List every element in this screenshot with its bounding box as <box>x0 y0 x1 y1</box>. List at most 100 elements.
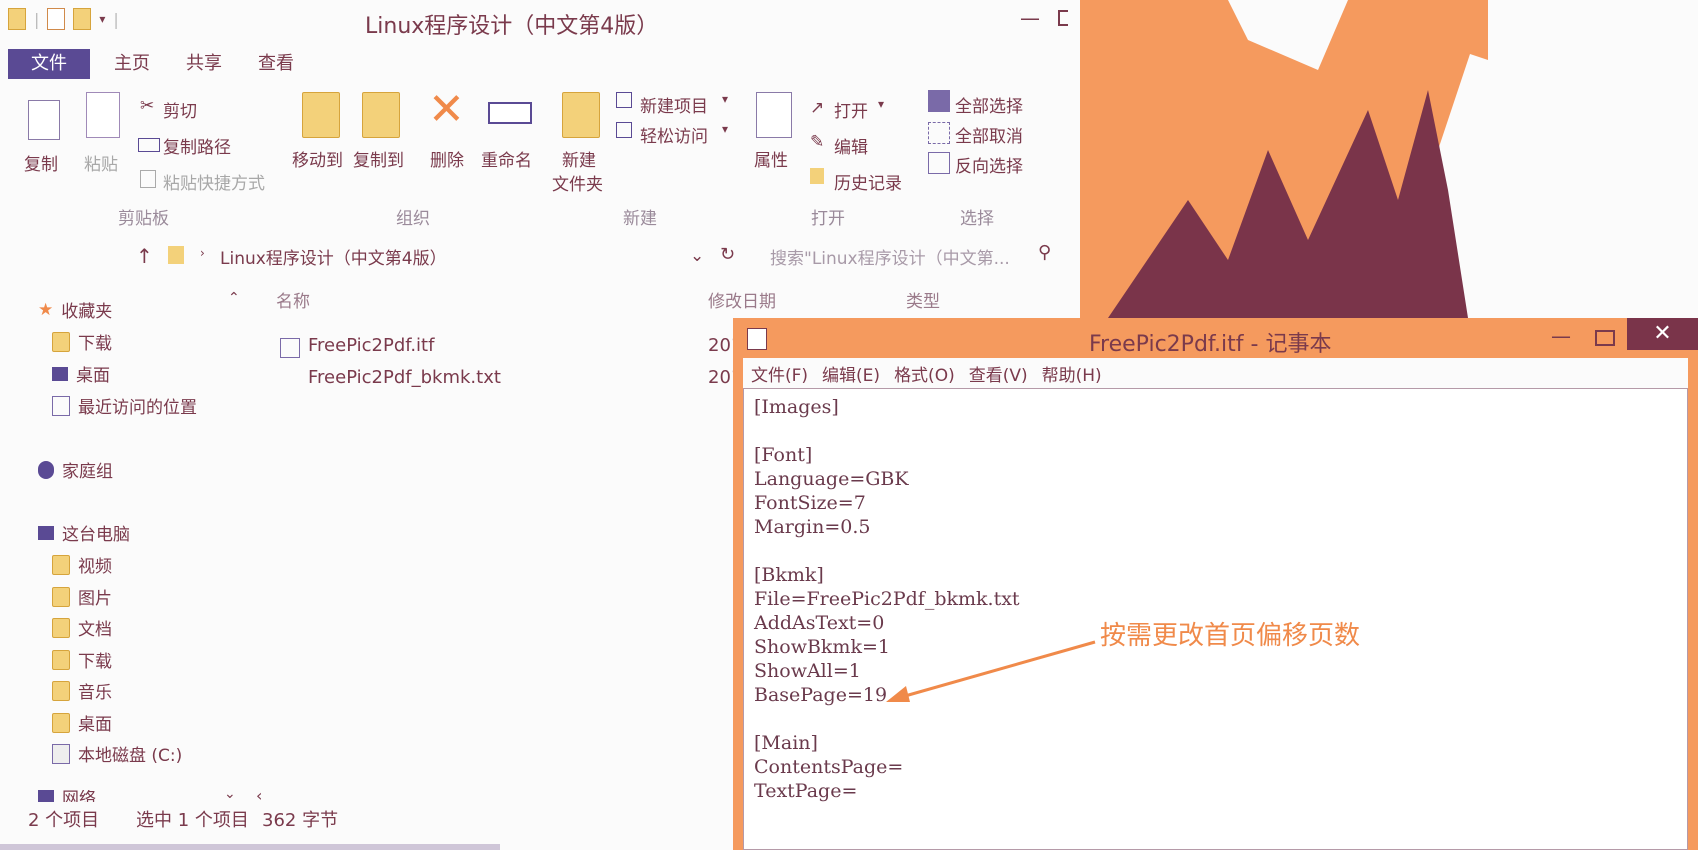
properties-button[interactable]: 属性 <box>754 146 788 171</box>
rename-icon[interactable] <box>488 102 532 124</box>
nav-pc-videos[interactable]: 视频 <box>52 552 112 577</box>
text-line <box>754 419 1677 443</box>
copy-to-icon[interactable] <box>362 92 400 138</box>
paste-shortcut-button[interactable]: 粘贴快捷方式 <box>163 169 265 194</box>
download-folder-icon <box>52 331 70 352</box>
menu-view[interactable]: 查看(V) <box>969 361 1028 386</box>
open-button[interactable]: 打开 <box>834 97 868 122</box>
invert-selection-button[interactable]: 反向选择 <box>955 152 1023 177</box>
copy-button[interactable]: 复制 <box>24 150 58 175</box>
easy-access-icon[interactable] <box>616 122 632 138</box>
minimize-icon[interactable]: — <box>1020 6 1040 30</box>
paste-shortcut-icon[interactable] <box>140 170 156 188</box>
nav-pc-downloads[interactable]: 下载 <box>52 647 112 672</box>
new-folder-icon[interactable] <box>562 92 600 138</box>
nav-item-label: 图片 <box>78 589 112 609</box>
minimize-icon[interactable]: — <box>1551 324 1571 348</box>
new-folder-label-2[interactable]: 文件夹 <box>552 170 603 195</box>
up-arrow-icon[interactable]: ↑ <box>136 244 153 268</box>
new-folder-icon[interactable] <box>73 8 92 30</box>
copy-icon[interactable] <box>28 100 60 140</box>
nav-this-pc[interactable]: 这台电脑 <box>38 520 130 545</box>
nav-item-label: 家庭组 <box>62 462 113 482</box>
history-icon[interactable] <box>810 168 824 184</box>
new-folder-label-1[interactable]: 新建 <box>562 146 596 171</box>
tab-file[interactable]: 文件 <box>8 49 90 79</box>
nav-pc-local-disk[interactable]: 本地磁盘 (C:) <box>52 741 182 766</box>
properties-icon[interactable] <box>47 8 66 30</box>
rename-button[interactable]: 重命名 <box>481 146 532 171</box>
chevron-right-icon[interactable]: › <box>200 246 205 260</box>
chevron-down-icon[interactable]: ▾ <box>722 92 728 106</box>
select-none-icon[interactable] <box>928 122 950 144</box>
search-icon[interactable]: ⚲ <box>1038 242 1051 263</box>
scissors-icon[interactable]: ✂ <box>140 96 154 116</box>
scroll-down-icon[interactable]: ⌄ <box>224 786 236 802</box>
quick-access-toolbar: | ▾ | <box>8 8 119 30</box>
tab-view[interactable]: 查看 <box>244 49 308 79</box>
edit-icon[interactable]: ✎ <box>810 132 824 152</box>
menu-file[interactable]: 文件(F) <box>751 361 808 386</box>
nav-pc-music[interactable]: 音乐 <box>52 678 112 703</box>
folder-icon[interactable] <box>8 8 26 30</box>
chevron-down-icon[interactable]: ▾ <box>878 97 884 111</box>
select-all-icon[interactable] <box>928 90 950 112</box>
copy-to-button[interactable]: 复制到 <box>353 146 404 171</box>
text-line: File=FreePic2Pdf_bkmk.txt <box>754 588 1020 610</box>
nav-pc-documents[interactable]: 文档 <box>52 615 112 640</box>
search-input[interactable]: 搜索"Linux程序设计（中文第... <box>770 244 1010 269</box>
chevron-down-icon[interactable]: ⌄ <box>690 246 704 266</box>
paste-button[interactable]: 粘贴 <box>84 150 118 175</box>
easy-access-button[interactable]: 轻松访问 <box>640 122 708 147</box>
refresh-icon[interactable]: ↻ <box>720 244 735 265</box>
menu-help[interactable]: 帮助(H) <box>1042 361 1102 386</box>
delete-icon[interactable]: ✕ <box>428 88 465 132</box>
move-to-icon[interactable] <box>302 92 340 138</box>
nav-pc-pictures[interactable]: 图片 <box>52 584 112 609</box>
select-none-button[interactable]: 全部取消 <box>955 122 1023 147</box>
cut-button[interactable]: 剪切 <box>163 97 197 122</box>
tab-home[interactable]: 主页 <box>100 49 164 79</box>
chevron-left-icon[interactable]: ‹ <box>256 786 262 805</box>
history-button[interactable]: 历史记录 <box>834 169 902 194</box>
nav-pc-desktop[interactable]: 桌面 <box>52 710 112 735</box>
address-path[interactable]: Linux程序设计（中文第4版） <box>220 244 447 269</box>
close-button[interactable]: ✕ <box>1627 318 1698 350</box>
scrollbar[interactable] <box>0 844 500 850</box>
chevron-down-icon[interactable]: ▾ <box>722 122 728 136</box>
maximize-icon[interactable] <box>1595 330 1615 346</box>
move-to-button[interactable]: 移动到 <box>292 146 343 171</box>
nav-fav-desktop[interactable]: 桌面 <box>52 361 110 386</box>
notepad-icon <box>747 328 767 350</box>
nav-network[interactable]: 网络 <box>38 790 96 802</box>
text-line: [Main] <box>754 732 818 754</box>
chevron-down-icon[interactable]: ▾ <box>99 12 105 26</box>
paste-icon[interactable] <box>86 92 120 138</box>
notepad-titlebar[interactable]: FreePic2Pdf.itf - 记事本 — ✕ <box>733 318 1698 358</box>
file-name[interactable]: FreePic2Pdf_bkmk.txt <box>308 367 501 388</box>
menu-edit[interactable]: 编辑(E) <box>822 361 880 386</box>
nav-fav-recent[interactable]: 最近访问的位置 <box>52 393 197 418</box>
invert-selection-icon[interactable] <box>928 152 950 174</box>
new-item-icon[interactable] <box>616 92 632 108</box>
new-item-button[interactable]: 新建项目 <box>640 92 708 117</box>
open-icon[interactable]: ↗ <box>810 98 824 118</box>
properties-icon[interactable] <box>756 92 792 138</box>
file-name[interactable]: FreePic2Pdf.itf <box>308 335 434 356</box>
copy-path-icon[interactable] <box>138 138 160 152</box>
nav-fav-downloads[interactable]: 下载 <box>52 329 112 354</box>
column-type[interactable]: 类型 <box>906 287 940 312</box>
column-modified[interactable]: 修改日期 <box>708 287 776 312</box>
edit-button[interactable]: 编辑 <box>834 133 868 158</box>
tab-share[interactable]: 共享 <box>172 49 236 79</box>
nav-favorites[interactable]: ★ 收藏夹 <box>38 297 112 323</box>
computer-icon <box>38 525 54 540</box>
nav-homegroup[interactable]: 家庭组 <box>38 457 113 482</box>
network-icon <box>38 790 54 802</box>
delete-button[interactable]: 删除 <box>430 146 464 171</box>
scroll-up-icon[interactable]: ⌃ <box>228 290 240 306</box>
copy-path-button[interactable]: 复制路径 <box>163 133 231 158</box>
menu-format[interactable]: 格式(O) <box>894 361 955 386</box>
column-name[interactable]: 名称 <box>276 287 310 312</box>
select-all-button[interactable]: 全部选择 <box>955 92 1023 117</box>
